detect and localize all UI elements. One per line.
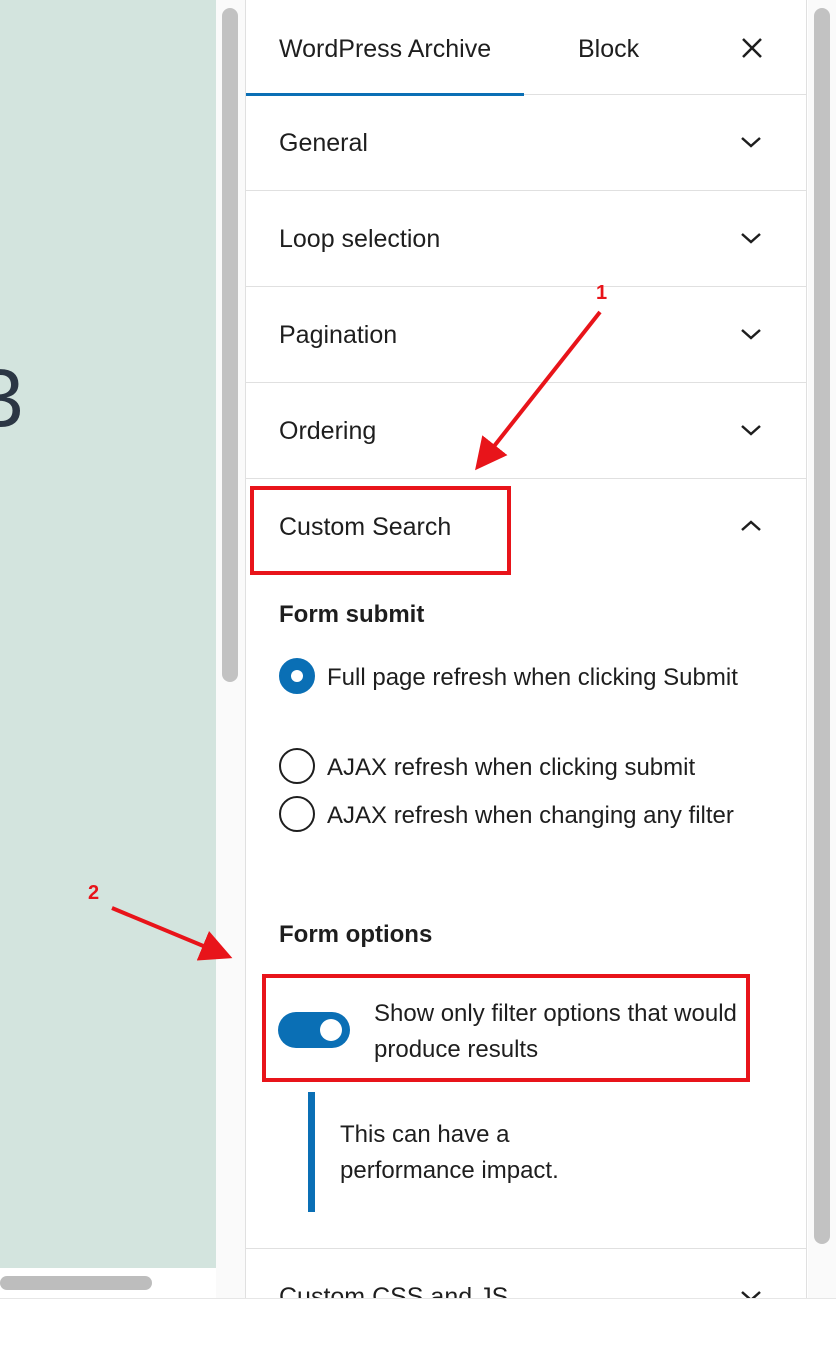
canvas-vertical-scrollbar[interactable] bbox=[222, 8, 238, 682]
canvas-content-fragment: 3 bbox=[0, 353, 24, 444]
canvas-horizontal-scrollbar[interactable] bbox=[0, 1276, 152, 1290]
panel-title: Pagination bbox=[279, 321, 398, 349]
bottom-area bbox=[0, 1298, 836, 1349]
chevron-down-icon bbox=[741, 425, 761, 436]
form-options-heading: Form options bbox=[279, 921, 433, 948]
chevron-down-icon bbox=[741, 233, 761, 244]
annotation-label-1: 1 bbox=[596, 282, 608, 304]
panel-general[interactable]: General bbox=[246, 95, 806, 191]
custom-search-body: Form submit Full page refresh when click… bbox=[246, 575, 806, 1249]
panel-title: Custom CSS and JS bbox=[279, 1283, 509, 1298]
radio-ajax-change-filter[interactable]: AJAX refresh when changing any filter bbox=[279, 795, 769, 837]
form-submit-heading: Form submit bbox=[279, 601, 425, 628]
tab-wordpress-archive[interactable]: WordPress Archive bbox=[246, 0, 525, 96]
radio-button[interactable] bbox=[279, 658, 315, 694]
panel-ordering[interactable]: Ordering bbox=[246, 383, 806, 479]
editor-canvas: 3 bbox=[0, 0, 216, 1268]
annotation-label-2: 2 bbox=[88, 882, 100, 904]
radio-full-page-refresh[interactable]: Full page refresh when clicking Submit bbox=[279, 657, 769, 699]
chevron-down-icon bbox=[741, 329, 761, 340]
tab-block[interactable]: Block bbox=[545, 0, 672, 95]
settings-sidebar: WordPress Archive Block General Loop sel… bbox=[245, 0, 807, 1298]
annotation-box-custom-search bbox=[250, 486, 511, 575]
chevron-down-icon bbox=[741, 1291, 761, 1298]
panel-loop-selection[interactable]: Loop selection bbox=[246, 191, 806, 287]
radio-label: AJAX refresh when changing any filter bbox=[327, 802, 734, 829]
radio-button[interactable] bbox=[279, 796, 315, 832]
panel-title: Loop selection bbox=[279, 225, 441, 253]
annotation-box-toggle bbox=[262, 974, 750, 1082]
sidebar-scrollbar[interactable] bbox=[814, 8, 830, 1244]
sidebar-tabs: WordPress Archive Block bbox=[246, 0, 806, 96]
panel-title: General bbox=[279, 129, 368, 157]
radio-button[interactable] bbox=[279, 748, 315, 784]
radio-label: Full page refresh when clicking Submit bbox=[327, 664, 738, 691]
radio-ajax-click-submit[interactable]: AJAX refresh when clicking submit bbox=[279, 747, 769, 789]
panel-pagination[interactable]: Pagination bbox=[246, 287, 806, 383]
chevron-up-icon bbox=[741, 520, 761, 531]
radio-label: AJAX refresh when clicking submit bbox=[327, 754, 696, 781]
close-icon[interactable] bbox=[734, 30, 770, 66]
panel-custom-css-js[interactable]: Custom CSS and JS bbox=[246, 1249, 806, 1298]
chevron-down-icon bbox=[741, 137, 761, 148]
panel-title: Ordering bbox=[279, 417, 377, 445]
